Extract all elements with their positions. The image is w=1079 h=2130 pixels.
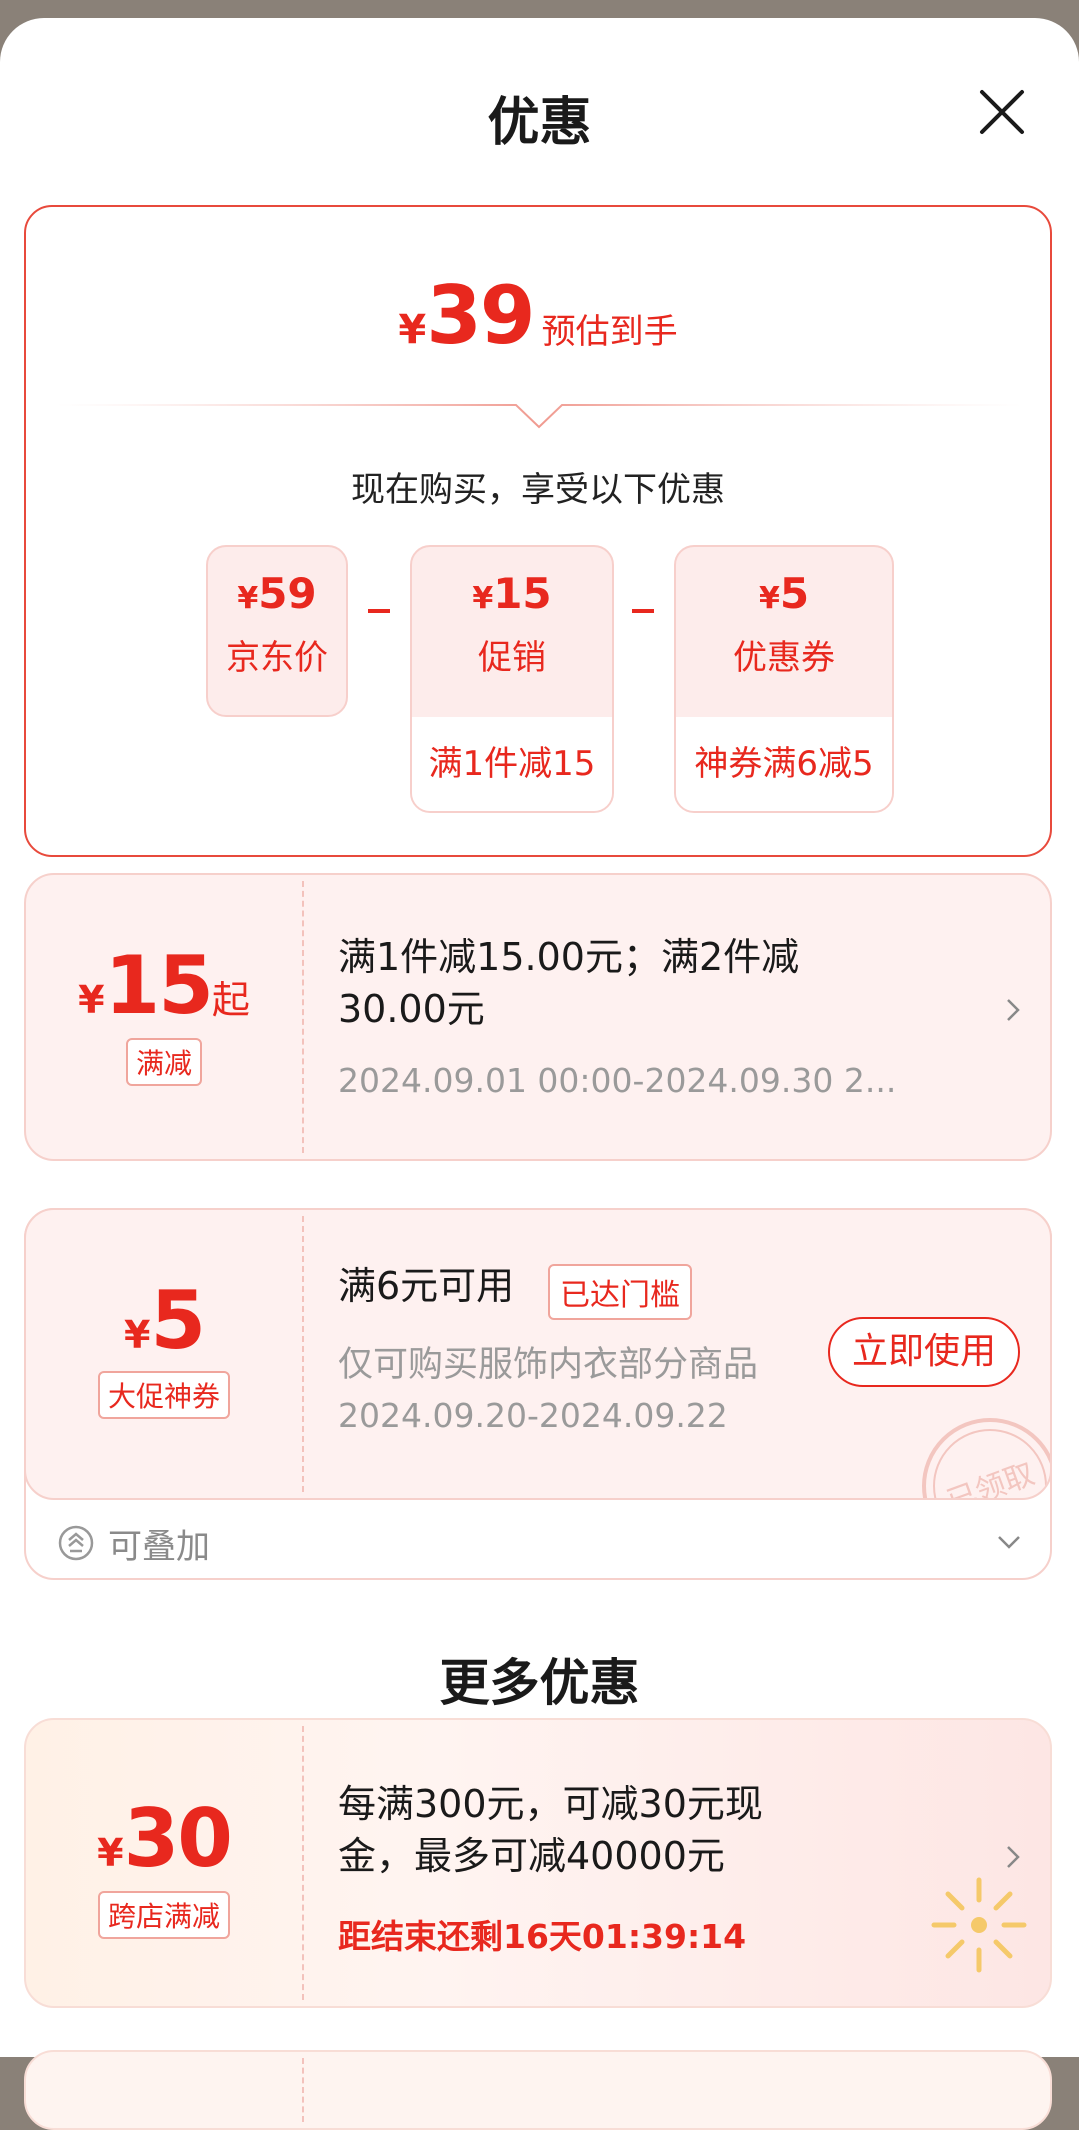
promotion-description: 满1件减15.00元；满2件减 30.00元: [338, 935, 800, 1031]
minus-sign: [632, 609, 654, 613]
coupon-scope: 仅可购买服饰内衣部分商品: [338, 1345, 759, 1385]
chevron-right-icon: [1007, 999, 1020, 1021]
promotion-rule: 满1件减15: [412, 717, 612, 811]
summary-intro: 现在购买，享受以下优惠: [351, 470, 725, 510]
estimated-price: ¥39 预估到手: [398, 269, 678, 362]
use-now-button[interactable]: 立即使用: [828, 1317, 1020, 1387]
coupon-condition: 满6元可用: [338, 1264, 515, 1308]
cross-store-amount: ¥30: [97, 1792, 233, 1885]
threshold-reached-badge: 已达门槛: [548, 1264, 692, 1320]
promotion-tag: 满减: [125, 1038, 202, 1086]
minus-sign: [368, 609, 390, 613]
chevron-right-icon: [1007, 1846, 1020, 1868]
estimated-price-value: 39: [426, 269, 535, 362]
cross-store-offer-card[interactable]: ¥30 跨店满减 每满300元，可减30元现 金，最多可减40000元 距结束还…: [24, 1718, 1052, 2008]
close-icon[interactable]: [978, 88, 1026, 136]
discount-sheet: 优惠 ¥39 预估到手 现在购买，享受以下优惠 ¥59 京东价 ¥15 促销 满…: [0, 18, 1079, 2130]
jd-price-chip: ¥59 京东价: [206, 545, 348, 717]
promotion-period: 2024.09.01 00:00-2024.09.30 2...: [338, 1061, 897, 1100]
coupon-amount: ¥5: [123, 1274, 206, 1367]
summary-divider: [56, 404, 1022, 429]
promotion-chip: ¥15 促销 满1件减15: [410, 545, 614, 813]
coupon-tag: 大促神券: [97, 1371, 230, 1419]
coupon-chip: ¥5 优惠券 神券满6减5: [674, 545, 894, 813]
sparkle-icon: [931, 1877, 1027, 1973]
stackable-toggle[interactable]: 可叠加: [24, 1513, 1052, 1573]
cross-store-tag: 跨店满减: [97, 1891, 230, 1939]
cross-store-description: 每满300元，可减30元现 金，最多可减40000元: [338, 1782, 763, 1878]
promotion-amount: ¥15起: [78, 939, 250, 1032]
svg-text:已领取: 已领取: [943, 1457, 1040, 1500]
next-offer-card[interactable]: [24, 2050, 1052, 2130]
promotion-card[interactable]: ¥15起 满减 满1件减15.00元；满2件减 30.00元 2024.09.0…: [24, 873, 1052, 1161]
coupon-rule: 神券满6减5: [676, 717, 892, 811]
stackable-label: 可叠加: [108, 1527, 210, 1567]
estimated-price-label: 预估到手: [541, 312, 678, 352]
coupon-period: 2024.09.20-2024.09.22: [338, 1396, 728, 1435]
chevron-down-icon: [998, 1536, 1020, 1549]
claimed-stamp-icon: 已领取: [922, 1418, 1050, 1500]
sheet-title: 优惠: [487, 93, 592, 153]
stack-icon: [58, 1525, 94, 1561]
countdown-text: 距结束还剩16天01:39:14: [338, 1917, 747, 1956]
more-offers-title: 更多优惠: [439, 1654, 640, 1712]
price-summary-card: ¥39 预估到手 现在购买，享受以下优惠 ¥59 京东价 ¥15 促销 满1件减1…: [24, 205, 1052, 857]
